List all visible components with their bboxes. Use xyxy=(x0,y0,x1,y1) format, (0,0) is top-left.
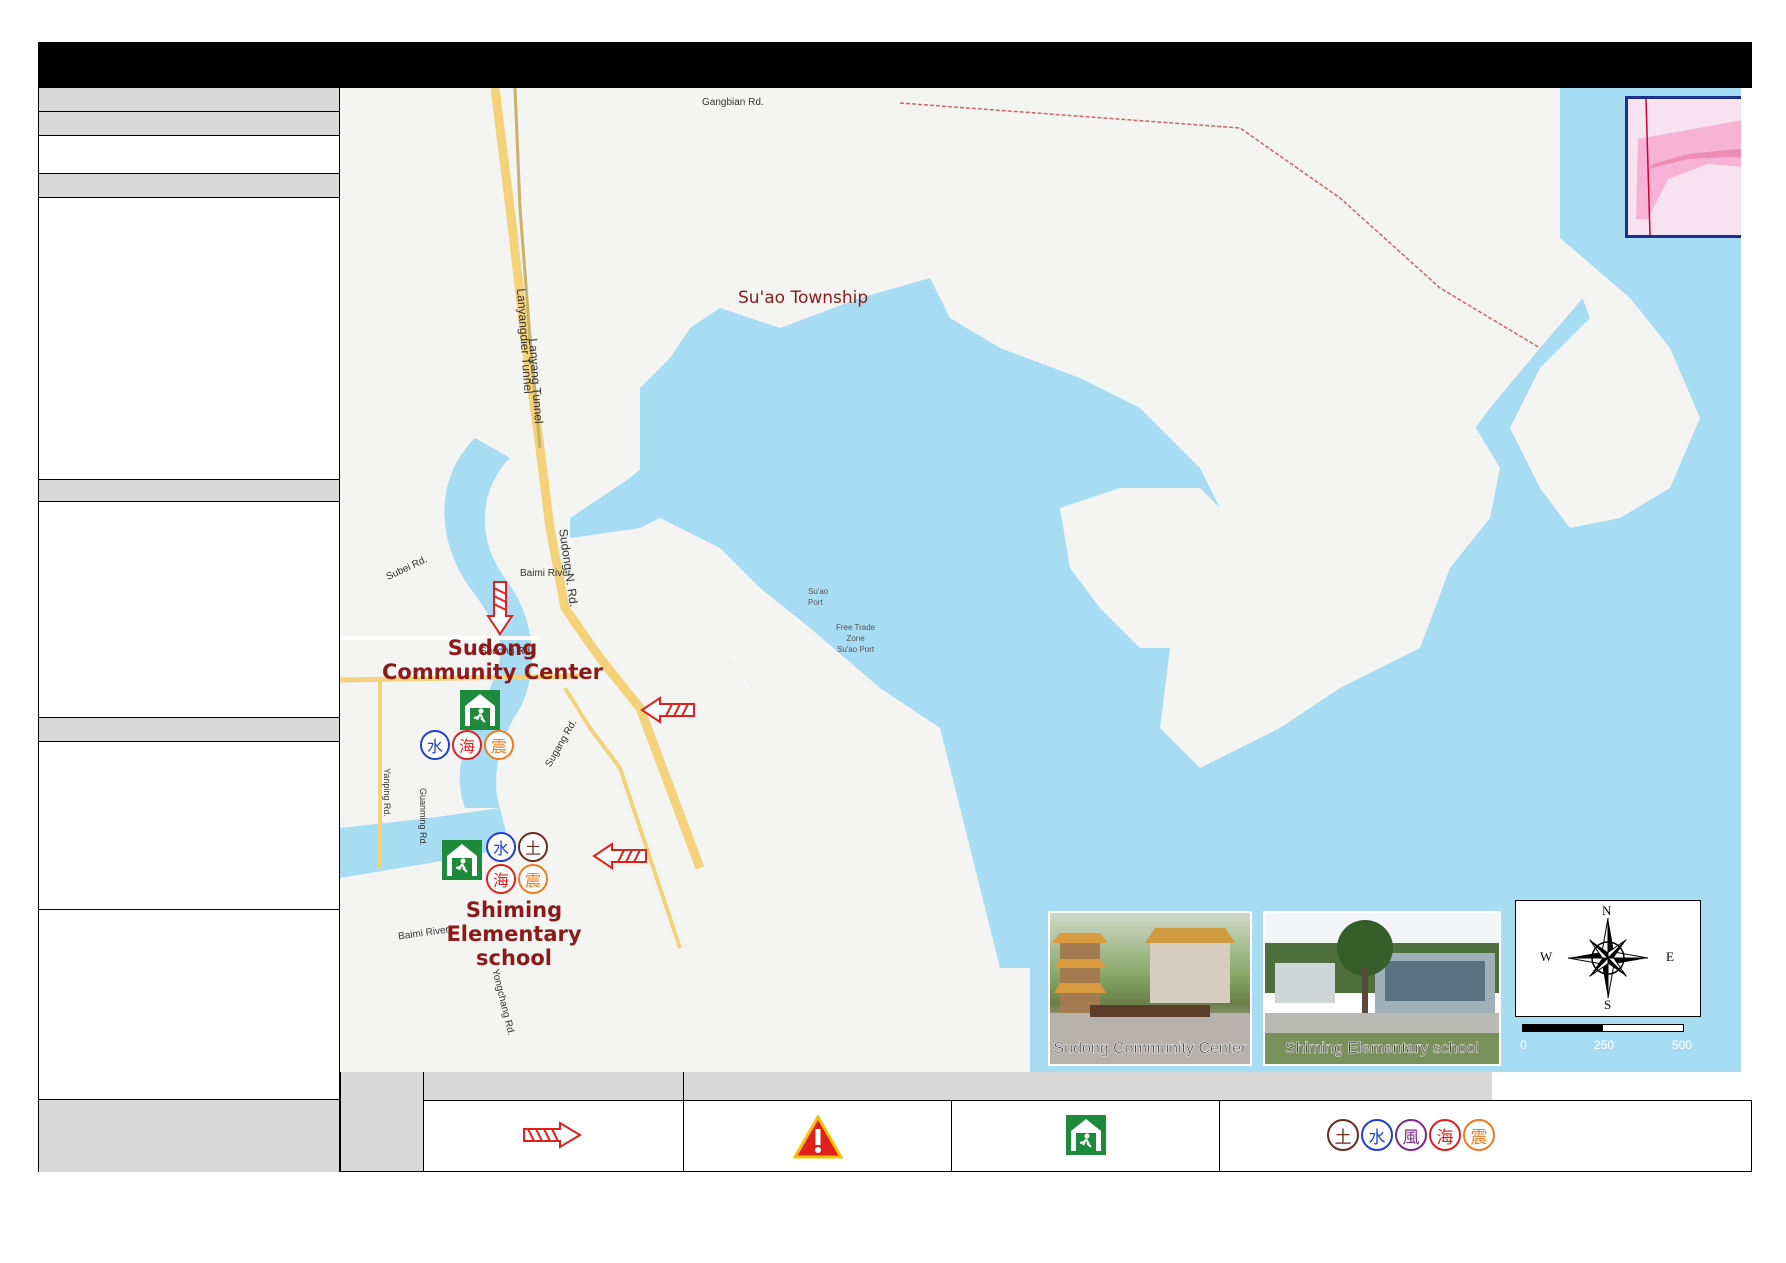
earthquake-icon: 震 xyxy=(484,730,514,760)
evac-route-icon xyxy=(523,1121,582,1149)
shelter-icon-shiming[interactable] xyxy=(442,840,482,880)
shelter-shiming-line2: Elementary xyxy=(446,922,582,946)
legend-area: 土 水 風 海 震 xyxy=(340,1072,1752,1172)
warning-icon xyxy=(793,1115,843,1159)
tsunami-icon: 海 xyxy=(486,864,516,894)
photo-caption-shiming: Shiming Elementary school xyxy=(1285,1040,1479,1058)
legend-arrow-cell xyxy=(424,1100,684,1172)
panel-row-10 xyxy=(39,910,339,1100)
scale-bar-graphic xyxy=(1522,1024,1684,1032)
road-label-guanming: Guanming Rd. xyxy=(418,788,428,847)
legend-header-cell xyxy=(340,1072,424,1172)
compass-e: E xyxy=(1666,949,1674,964)
panel-row-4 xyxy=(39,174,339,198)
ftz-label-line3: Su'ao Port xyxy=(837,645,875,654)
photo-sudong: Sudong Community Center xyxy=(1048,911,1252,1066)
photo-caption-sudong: Sudong Community Center xyxy=(1053,1040,1247,1058)
legend-gray-2 xyxy=(684,1072,1492,1100)
township-label: Su'ao Township xyxy=(738,288,869,308)
panel-row-9 xyxy=(39,742,339,910)
flood-icon: 水 xyxy=(420,730,450,760)
shelter-sudong-line1: Sudong xyxy=(447,636,538,660)
photo-shiming: Shiming Elementary school xyxy=(1263,911,1501,1066)
scale-bar: 0 250 500 xyxy=(1520,1024,1720,1064)
flood-icon: 水 xyxy=(1361,1119,1393,1151)
compass-s: S xyxy=(1604,997,1612,1012)
typhoon-icon: 風 xyxy=(1395,1119,1427,1151)
compass-w: W xyxy=(1540,949,1553,964)
panel-row-2 xyxy=(39,112,339,136)
scale-tick-0: 0 xyxy=(1520,1038,1527,1052)
evac-arrow-down-icon xyxy=(486,581,514,636)
port-label-line2: Port xyxy=(808,598,823,607)
ftz-label-line2: Zone xyxy=(846,634,865,643)
legend-hazard-cell: 土 水 風 海 震 xyxy=(1220,1100,1752,1172)
port-label-line1: Su'ao xyxy=(808,587,829,596)
shelter-icon[interactable] xyxy=(460,690,500,730)
legend-shelter-cell xyxy=(952,1100,1220,1172)
panel-row-3 xyxy=(39,136,339,174)
panel-row-11 xyxy=(39,1100,339,1172)
shelter-legend-icon xyxy=(1066,1115,1106,1155)
scale-tick-250: 250 xyxy=(1594,1038,1615,1052)
inset-canvas xyxy=(1628,98,1741,236)
hazard-icons-sudong: 水 海 震 xyxy=(420,730,514,760)
earthquake-icon: 震 xyxy=(1463,1119,1495,1151)
panel-row-8 xyxy=(39,718,339,742)
north-arrow-compass: N S E W xyxy=(1515,900,1701,1017)
hazard-legend-icons: 土 水 風 海 震 xyxy=(1327,1119,1495,1151)
panel-row-1 xyxy=(39,88,339,112)
evac-arrow-left-icon-1 xyxy=(640,696,695,724)
legend-gray-1 xyxy=(424,1072,684,1100)
left-info-panel xyxy=(38,88,340,1172)
hazard-icons-shiming: 水 土 海 震 xyxy=(486,832,548,894)
landslide-icon: 土 xyxy=(518,832,548,862)
road-label-gangbian: Gangbian Rd. xyxy=(702,97,764,108)
evac-arrow-left-icon-2 xyxy=(592,842,647,870)
header-bar xyxy=(38,42,1752,88)
panel-row-6 xyxy=(39,480,339,502)
shelter-sudong-line2: Community Center xyxy=(382,660,603,684)
ftz-label-line1: Free Trade xyxy=(836,623,876,632)
port-label: Su'ao Port xyxy=(808,586,828,608)
road-label-yanping: Yanping Rd. xyxy=(382,768,392,817)
road-label-baimi-upper: Baimi River xyxy=(520,568,572,579)
shelter-shiming-line3: school xyxy=(476,946,552,970)
panel-row-7 xyxy=(39,502,339,718)
ftz-label: Free Trade Zone Su'ao Port xyxy=(836,622,875,655)
scale-tick-500: 500 xyxy=(1672,1038,1693,1052)
shelter-label-sudong: Sudong Community Center xyxy=(360,636,625,684)
earthquake-icon: 震 xyxy=(518,864,548,894)
tsunami-icon: 海 xyxy=(452,730,482,760)
shelter-label-shiming: Shiming Elementary school xyxy=(424,898,604,970)
inset-locator-map[interactable] xyxy=(1625,96,1741,238)
legend-warning-cell xyxy=(684,1100,952,1172)
landslide-icon: 土 xyxy=(1327,1119,1359,1151)
evacuation-map[interactable]: Su'ao Township Gangbian Rd. Lanyang Tunn… xyxy=(340,88,1741,1072)
shelter-shiming-line1: Shiming xyxy=(465,898,563,922)
compass-n: N xyxy=(1602,903,1612,918)
flood-icon: 水 xyxy=(486,832,516,862)
tsunami-icon: 海 xyxy=(1429,1119,1461,1151)
panel-row-5 xyxy=(39,198,339,480)
